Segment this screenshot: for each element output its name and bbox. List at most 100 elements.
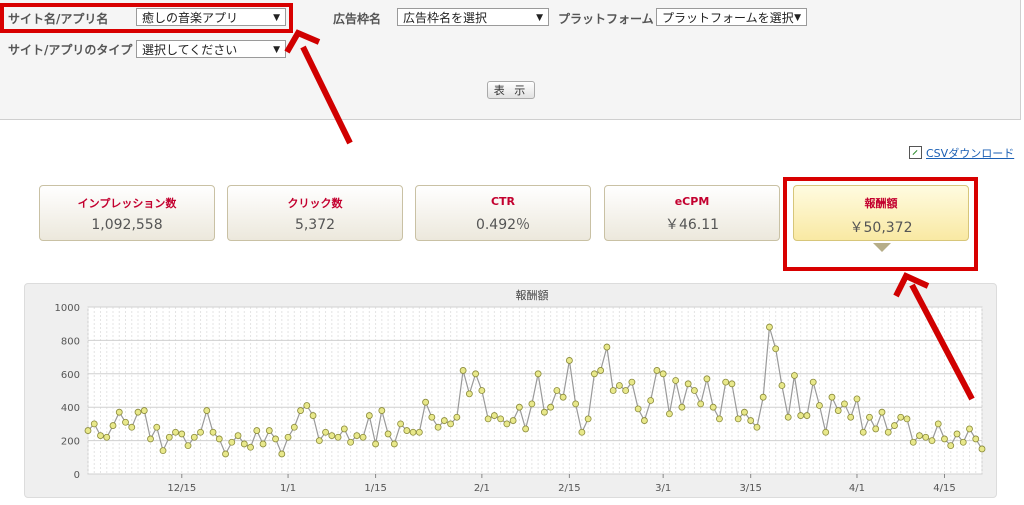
data-point (309, 412, 317, 419)
data-point (822, 428, 830, 436)
data-point (109, 422, 117, 429)
data-point (678, 403, 686, 411)
y-tick-label: 800 (61, 336, 80, 347)
data-point (340, 425, 348, 433)
data-point (916, 432, 923, 439)
data-point (522, 425, 530, 433)
data-point (747, 417, 755, 424)
data-point (203, 407, 211, 414)
data-point (859, 428, 867, 436)
data-point (697, 400, 705, 408)
data-point (609, 387, 617, 394)
data-point (365, 412, 373, 419)
x-tick-label: 4/15 (933, 483, 955, 494)
data-point (791, 372, 798, 379)
data-point (547, 403, 555, 411)
data-point (347, 438, 354, 446)
x-axis: 12/151/11/152/12/153/13/154/14/155/1 (167, 474, 956, 494)
data-point (322, 428, 329, 436)
data-point (122, 418, 129, 426)
data-point (284, 433, 292, 441)
data-point (434, 423, 442, 431)
data-point (597, 367, 605, 374)
data-point (234, 432, 242, 439)
data-point (515, 403, 523, 411)
data-point (84, 427, 92, 434)
data-point (841, 400, 848, 408)
data-point (759, 393, 767, 401)
data-point (372, 440, 379, 448)
data-point (878, 408, 886, 416)
data-point (290, 423, 298, 431)
data-point (222, 450, 229, 458)
data-point (884, 428, 892, 436)
x-tick-label: 1/15 (364, 483, 386, 494)
data-point (453, 413, 461, 421)
data-point (478, 387, 486, 394)
data-point (666, 410, 673, 418)
data-point (328, 432, 336, 439)
data-point (803, 412, 811, 419)
data-point (797, 412, 805, 419)
y-tick-label: 600 (61, 370, 80, 381)
data-point (172, 428, 179, 436)
data-point (628, 378, 636, 386)
data-point (315, 437, 323, 445)
data-point (147, 435, 154, 443)
data-point (672, 377, 680, 384)
data-point (716, 415, 723, 423)
data-point (140, 407, 148, 414)
data-point (484, 415, 492, 423)
data-point (159, 447, 167, 455)
data-point (828, 393, 836, 401)
data-point (922, 433, 930, 441)
data-point (809, 378, 817, 386)
data-point (209, 428, 217, 436)
x-tick-label: 4/1 (849, 483, 865, 494)
data-point (559, 393, 567, 401)
data-point (228, 438, 236, 446)
data-point (728, 380, 736, 388)
data-point (409, 428, 417, 436)
data-point (303, 402, 311, 409)
x-tick-label: 12/15 (167, 483, 196, 494)
data-point (153, 423, 161, 431)
data-point (134, 408, 142, 416)
data-point (403, 427, 411, 434)
data-point (534, 370, 542, 378)
data-point (465, 390, 473, 398)
data-point (459, 367, 467, 374)
data-point (834, 407, 842, 414)
x-tick-label: 3/15 (739, 483, 761, 494)
x-tick-label: 2/1 (474, 483, 490, 494)
data-point (447, 420, 455, 428)
data-point (778, 382, 786, 389)
data-point (165, 433, 173, 441)
data-point (97, 432, 104, 439)
y-axis: 0 200 400 600 800 1000 (55, 303, 80, 481)
data-point (909, 438, 917, 446)
data-point (784, 413, 792, 421)
data-point (590, 370, 598, 378)
data-point (334, 433, 342, 441)
data-point (215, 435, 223, 443)
chart-svg: 報酬額 0 200 400 600 800 1000 12/15 1/1 1/15 2/1 2/1… (55, 29, 986, 494)
data-point (741, 408, 748, 416)
x-tick-label: 1/1 (280, 483, 296, 494)
data-point (722, 378, 730, 386)
data-point (247, 443, 254, 451)
y-tick-label: 400 (61, 403, 80, 414)
data-point (872, 425, 880, 433)
data-point (90, 420, 98, 428)
data-point (497, 415, 505, 423)
data-point (959, 438, 967, 446)
data-point (240, 440, 248, 448)
data-point (390, 440, 398, 448)
data-point (615, 382, 623, 389)
data-point (397, 420, 404, 428)
data-point (572, 400, 580, 408)
y-tick-label: 0 (74, 470, 80, 481)
data-point (490, 412, 498, 419)
data-point (440, 417, 448, 424)
data-point (766, 323, 773, 331)
